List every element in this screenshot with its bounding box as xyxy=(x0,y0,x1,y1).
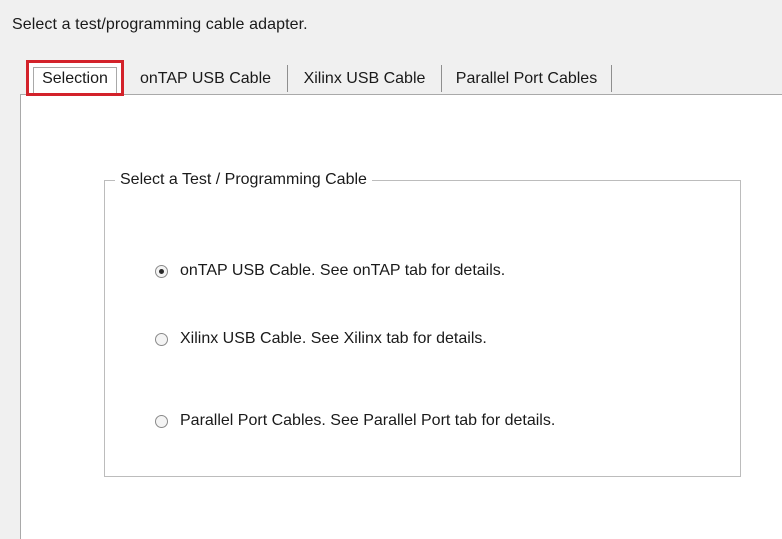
radio-button-ontap-usb[interactable] xyxy=(155,264,168,278)
tab-selection-label: Selection xyxy=(42,70,108,87)
cable-selection-group: Select a Test / Programming Cable onTAP … xyxy=(104,170,741,477)
radio-button-parallel-port[interactable] xyxy=(155,414,168,428)
group-title: Select a Test / Programming Cable xyxy=(115,170,372,190)
radio-option-xilinx-usb[interactable]: Xilinx USB Cable. See Xilinx tab for det… xyxy=(155,328,487,350)
tab-ontap-usb-cable-label: onTAP USB Cable xyxy=(139,70,272,87)
tab-selection[interactable]: Selection xyxy=(26,60,124,96)
radio-label-parallel-port: Parallel Port Cables. See Parallel Port … xyxy=(180,412,556,429)
radio-label-ontap-usb: onTAP USB Cable. See onTAP tab for detai… xyxy=(180,262,506,279)
radio-option-parallel-port[interactable]: Parallel Port Cables. See Parallel Port … xyxy=(155,410,555,432)
radio-label-xilinx-usb: Xilinx USB Cable. See Xilinx tab for det… xyxy=(180,330,487,347)
tab-parallel-port-cables[interactable]: Parallel Port Cables xyxy=(442,65,612,92)
tab-parallel-port-cables-label: Parallel Port Cables xyxy=(455,70,598,87)
tab-ontap-usb-cable[interactable]: onTAP USB Cable xyxy=(124,65,288,92)
instruction-label: Select a test/programming cable adapter. xyxy=(12,16,308,33)
tab-xilinx-usb-cable[interactable]: Xilinx USB Cable xyxy=(288,65,442,92)
radio-button-xilinx-usb[interactable] xyxy=(155,332,168,346)
radio-option-ontap-usb[interactable]: onTAP USB Cable. See onTAP tab for detai… xyxy=(155,260,505,282)
tab-xilinx-usb-cable-label: Xilinx USB Cable xyxy=(303,70,426,87)
